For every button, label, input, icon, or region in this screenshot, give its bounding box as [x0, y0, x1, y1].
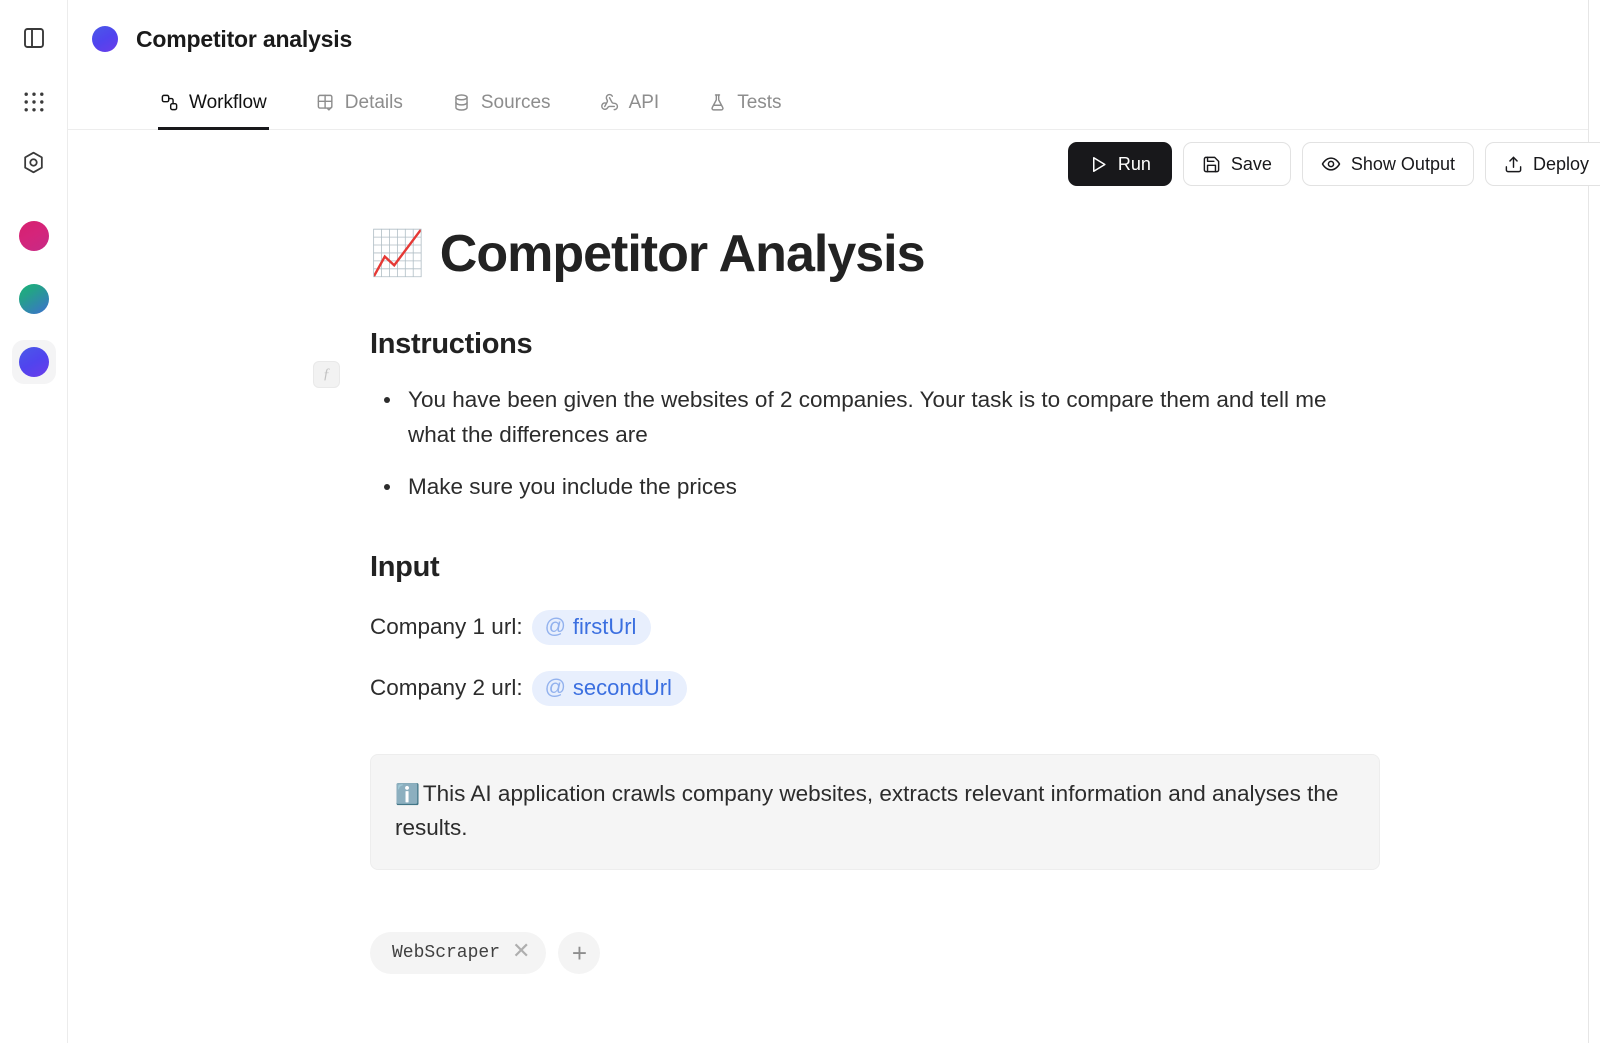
add-tag-button[interactable]: + [558, 932, 601, 975]
save-button-label: Save [1230, 153, 1272, 174]
workspace-item-blue[interactable] [11, 340, 56, 384]
workspace-avatar-blue [18, 347, 49, 377]
document-title-text: Competitor Analysis [439, 225, 926, 283]
tag-webscraper[interactable]: WebScraper ✕ [370, 932, 547, 975]
app-avatar [92, 26, 118, 52]
instructions-heading: Instructions [370, 328, 533, 361]
eye-icon [1321, 154, 1341, 174]
show-output-button[interactable]: Show Output [1301, 142, 1474, 186]
instructions-list: You have been given the websites of 2 co… [370, 383, 1380, 505]
left-rail [0, 0, 68, 1043]
tab-details-label: Details [344, 91, 403, 113]
input-row-label: Company 1 url: [370, 614, 523, 640]
chart-increasing-icon: 📈 [370, 229, 425, 279]
deploy-button-label: Deploy [1532, 153, 1589, 174]
page-title: Competitor analysis [136, 25, 353, 52]
hexagon-settings-button[interactable] [14, 142, 54, 182]
document-title: 📈 Competitor Analysis [370, 226, 1380, 282]
app-window: Competitor analysis Workflow Details Sou… [0, 0, 1600, 1043]
variable-pill-label: secondUrl [572, 674, 672, 700]
layout-grid-check-icon [316, 93, 335, 112]
main-area: Competitor analysis Workflow Details Sou… [68, 0, 1600, 1043]
hexagon-settings-icon [21, 150, 46, 175]
formula-fx-button[interactable]: ƒ [313, 361, 340, 388]
variable-pill-firstUrl[interactable]: @ firstUrl [531, 609, 652, 645]
tab-api[interactable]: API [598, 78, 662, 130]
tab-details[interactable]: Details [314, 78, 405, 130]
tab-sources[interactable]: Sources [450, 78, 553, 130]
tag-label: WebScraper [392, 943, 501, 964]
database-icon [452, 93, 471, 112]
tab-tests-label: Tests [737, 91, 782, 113]
action-toolbar: Run Save Show Output Deploy [1067, 142, 1600, 186]
document-body: 📈 Competitor Analysis Instructions You h… [370, 226, 1380, 975]
input-row-company-2: Company 2 url: @ secondUrl [370, 670, 1380, 706]
title-bar: Competitor analysis [68, 0, 1588, 78]
input-row-company-1: Company 1 url: @ firstUrl [370, 609, 1380, 645]
apps-grid-button[interactable] [14, 82, 54, 122]
at-symbol-icon: @ [544, 676, 566, 700]
input-row-label: Company 2 url: [370, 675, 523, 701]
information-icon: ℹ️ [395, 783, 420, 806]
workspace-item-pink[interactable] [12, 214, 56, 258]
tab-api-label: API [628, 91, 660, 113]
remove-tag-icon[interactable]: ✕ [512, 942, 530, 964]
upload-icon [1504, 155, 1523, 174]
tab-sources-label: Sources [480, 91, 551, 113]
info-callout: ℹ️ This AI application crawls company web… [370, 753, 1380, 871]
variable-pill-secondUrl[interactable]: @ secondUrl [531, 670, 687, 706]
play-icon [1089, 155, 1108, 174]
tab-tests[interactable]: Tests [706, 78, 783, 130]
workspace-avatar-pink [18, 221, 49, 251]
webhook-icon [600, 93, 619, 112]
toggle-sidebar-button[interactable] [14, 18, 54, 58]
save-button[interactable]: Save [1182, 142, 1291, 186]
workspace-avatar-green [18, 284, 49, 314]
save-disk-icon [1202, 155, 1221, 174]
tag-row: WebScraper ✕ + [370, 932, 1380, 975]
flask-icon [708, 93, 727, 112]
at-symbol-icon: @ [544, 615, 566, 639]
list-item: You have been given the websites of 2 co… [384, 383, 1380, 453]
list-item: Make sure you include the prices [384, 470, 1380, 505]
tab-bar: Workflow Details Sources API Tests Run S… [68, 78, 1600, 186]
run-button-label: Run [1117, 153, 1151, 174]
input-heading: Input [370, 550, 440, 583]
document: ƒ 📈 Competitor Analysis Instructions You… [68, 130, 1588, 975]
run-button[interactable]: Run [1067, 142, 1172, 186]
variable-pill-label: firstUrl [572, 613, 637, 639]
show-output-button-label: Show Output [1350, 153, 1455, 174]
grid-apps-icon [23, 91, 45, 113]
document-canvas[interactable]: ƒ 📈 Competitor Analysis Instructions You… [68, 130, 1588, 1043]
workflow-nodes-icon [160, 93, 179, 112]
workspace-item-green[interactable] [12, 277, 56, 321]
tab-workflow-label: Workflow [189, 91, 267, 113]
deploy-button[interactable]: Deploy [1484, 142, 1600, 186]
tab-workflow[interactable]: Workflow [158, 78, 269, 130]
info-callout-text: This AI application crawls company websi… [395, 780, 1339, 840]
panel-left-icon [22, 26, 46, 50]
